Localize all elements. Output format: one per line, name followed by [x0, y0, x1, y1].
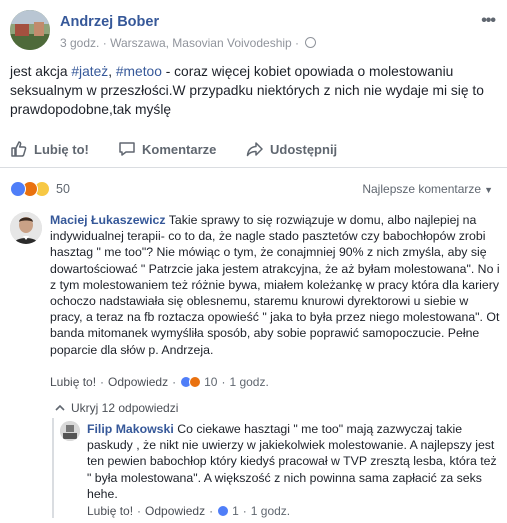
post-header: Andrzej Bober 3 godz. · Warszawa, Masovi… — [10, 10, 497, 54]
separator-dot: · — [172, 375, 177, 389]
comment-content: Takie sprawy to się rozwiązuje w domu, a… — [50, 213, 500, 357]
caret-down-icon: ▼ — [484, 185, 493, 195]
meta-separator: · — [295, 35, 300, 50]
reply-like-link[interactable]: Lubię to! — [87, 504, 133, 518]
comment-button[interactable]: Komentarze — [118, 140, 216, 158]
reply-time[interactable]: 1 godz. — [251, 504, 290, 518]
hide-replies-toggle[interactable]: Ukryj 12 odpowiedzi — [55, 401, 178, 415]
share-icon — [246, 142, 263, 157]
separator-dot: · — [221, 375, 226, 389]
comment-icon — [119, 142, 135, 156]
post-meta: 3 godz. · Warszawa, Masovian Voivodeship… — [60, 35, 317, 50]
separator-dot: · — [100, 375, 105, 389]
share-button-label: Udostępnij — [270, 141, 338, 157]
comment-text: Maciej Łukaszewicz Takie sprawy to się r… — [50, 212, 500, 358]
author-avatar[interactable] — [10, 10, 50, 50]
reactions-summary[interactable]: 50 — [10, 180, 70, 198]
post-author-name[interactable]: Andrzej Bober — [60, 14, 159, 30]
post-text-prefix: jest akcja — [10, 64, 72, 79]
separator-dot: · — [242, 504, 247, 518]
reply-reaction-count: 1 — [232, 504, 239, 518]
separator-dot: · — [137, 504, 142, 518]
comment-sort-dropdown[interactable]: Najlepsze komentarze ▼ — [362, 182, 493, 196]
like-button-label: Lubię to! — [34, 141, 89, 157]
commenter-avatar[interactable] — [10, 212, 42, 244]
replier-avatar[interactable] — [60, 421, 80, 441]
like-reaction-icon — [217, 505, 230, 517]
comment-actions: Lubię to! · Odpowiedz · 10 · 1 godz. — [50, 375, 269, 389]
globe-icon — [305, 37, 317, 49]
reaction-count: 50 — [56, 182, 70, 196]
like-button[interactable]: Lubię to! — [10, 140, 89, 158]
chevron-up-icon — [55, 404, 65, 411]
like-reaction-icon — [10, 181, 26, 197]
reply-thread-line — [52, 418, 54, 518]
comment-reaction-count: 10 — [204, 375, 218, 389]
post-action-bar: Lubię to! Komentarze Udostępnij — [0, 134, 507, 168]
share-button[interactable]: Udostępnij — [246, 140, 337, 158]
angry-reaction-icon — [189, 376, 202, 388]
separator-dot: · — [209, 504, 214, 518]
comment-reactions[interactable]: 10 — [180, 375, 217, 389]
comment-reply-link[interactable]: Odpowiedz — [108, 375, 168, 389]
comment-button-label: Komentarze — [142, 141, 217, 157]
meta-separator: · — [102, 35, 107, 50]
more-options-icon[interactable]: ••• — [481, 12, 496, 30]
hashtag-link[interactable]: #jateż — [71, 64, 108, 79]
reply-actions: Lubię to! · Odpowiedz · 1 · 1 godz. — [87, 504, 290, 518]
sort-label: Najlepsze komentarze — [362, 182, 482, 196]
replier-name[interactable]: Filip Makowski — [87, 422, 174, 436]
post-text: jest akcja #jateż, #metoo - coraz więcej… — [10, 62, 500, 119]
post-location[interactable]: Warszawa, Masovian Voivodeship — [110, 36, 292, 50]
reply-text: Filip Makowski Co ciekawe hasztagi " me … — [87, 421, 497, 502]
post-text-middle: , — [108, 64, 116, 79]
reply-reactions[interactable]: 1 — [217, 504, 239, 518]
hashtag-link[interactable]: #metoo — [116, 64, 162, 79]
comment-time[interactable]: 1 godz. — [229, 375, 268, 389]
reply-reply-link[interactable]: Odpowiedz — [145, 504, 205, 518]
thumbs-up-icon — [11, 141, 27, 157]
comment-like-link[interactable]: Lubię to! — [50, 375, 96, 389]
post-time[interactable]: 3 godz. — [60, 36, 99, 50]
commenter-name[interactable]: Maciej Łukaszewicz — [50, 213, 166, 227]
hide-replies-label: Ukryj 12 odpowiedzi — [71, 401, 179, 415]
